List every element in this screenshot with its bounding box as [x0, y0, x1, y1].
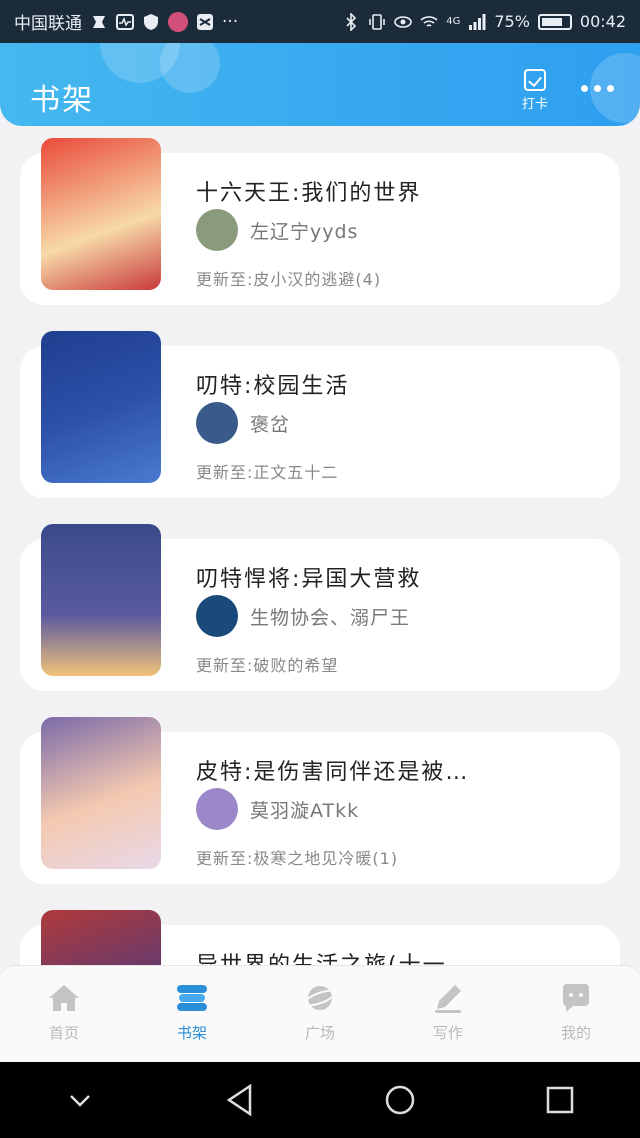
- latest-chapter: 更新至:破败的希望: [196, 656, 339, 675]
- author-row: 莫羽漩ATkk: [196, 788, 359, 830]
- book-cover[interactable]: [41, 717, 161, 869]
- clock: 00:42: [579, 12, 626, 31]
- battery-percent: 75%: [494, 12, 530, 31]
- author-name[interactable]: 左辽宁yyds: [250, 217, 358, 244]
- latest-chapter: 更新至:极寒之地见冷暖(1): [196, 849, 399, 868]
- dot-icon: [594, 85, 601, 92]
- book-card[interactable]: 十六天王:我们的世界 左辽宁yyds 更新至:皮小汉的逃避(4): [20, 138, 620, 305]
- book-title[interactable]: 异世界的生活之旅(十一…: [196, 947, 496, 966]
- planet-icon: [303, 986, 337, 1010]
- bookshelf-icon: [177, 985, 207, 1011]
- checkin-label: 打卡: [521, 97, 548, 112]
- chat-face-icon: [562, 984, 589, 1012]
- system-nav-bar: [0, 1062, 640, 1138]
- shield-icon: [144, 13, 158, 30]
- page-title: 书架: [30, 83, 94, 118]
- chevron-down-icon: [70, 1095, 90, 1107]
- author-avatar[interactable]: [196, 402, 238, 444]
- vibrate-icon: [369, 13, 386, 30]
- more-menu-button[interactable]: [581, 85, 614, 92]
- book-title[interactable]: 叨特:校园生活: [196, 368, 496, 400]
- battery-icon: [537, 13, 572, 30]
- book-card[interactable]: 异世界的生活之旅(十一…: [20, 910, 620, 966]
- wifi-icon: [420, 15, 438, 27]
- recents-square-icon: [546, 1086, 574, 1114]
- author-name[interactable]: 莫羽漩ATkk: [250, 796, 359, 823]
- bottom-tab-bar: 首页 书架 广场 写作 我的: [0, 965, 640, 1062]
- book-card[interactable]: 皮特:是伤害同伴还是被… 莫羽漩ATkk 更新至:极寒之地见冷暖(1): [20, 717, 620, 884]
- tab-label: 我的: [560, 1024, 591, 1042]
- capcut-icon: [197, 13, 213, 30]
- latest-chapter: 更新至:正文五十二: [196, 463, 339, 482]
- author-avatar[interactable]: [196, 788, 238, 830]
- tab-bookshelf[interactable]: 书架: [128, 966, 256, 1062]
- eye-comfort-icon: [394, 15, 413, 28]
- author-avatar[interactable]: [196, 209, 238, 251]
- book-cover[interactable]: [41, 138, 161, 290]
- back-button[interactable]: [220, 1080, 260, 1120]
- latest-chapter: 更新至:皮小汉的逃避(4): [196, 270, 382, 289]
- author-name[interactable]: 褒岔: [250, 410, 290, 437]
- signal-icon: [469, 13, 486, 30]
- book-card[interactable]: 叨特:校园生活 褒岔 更新至:正文五十二: [20, 331, 620, 498]
- author-row: 生物协会、溺尸王: [196, 595, 410, 637]
- notification-app-icon: [93, 15, 105, 28]
- book-title[interactable]: 十六天王:我们的世界: [196, 175, 496, 207]
- status-bar: 中国联通 ··· 4G 75% 00:42: [0, 0, 640, 43]
- tab-square[interactable]: 广场: [256, 966, 384, 1062]
- back-triangle-icon: [226, 1083, 252, 1117]
- book-cover[interactable]: [41, 331, 161, 483]
- collapse-button[interactable]: [60, 1080, 100, 1120]
- dot-icon: [581, 85, 588, 92]
- pen-icon: [435, 985, 461, 1013]
- pulse-icon: [116, 13, 134, 30]
- book-title[interactable]: 叨特悍将:异国大营救: [196, 561, 496, 593]
- checkin-button[interactable]: 打卡: [514, 69, 556, 112]
- home-button[interactable]: [380, 1080, 420, 1120]
- home-icon: [49, 985, 79, 1011]
- recents-button[interactable]: [540, 1080, 580, 1120]
- tab-mine[interactable]: 我的: [512, 966, 640, 1062]
- tab-label: 首页: [48, 1024, 79, 1042]
- more-notifications-icon: ···: [222, 11, 239, 32]
- home-circle-icon: [385, 1085, 415, 1115]
- tab-label: 书架: [176, 1024, 207, 1042]
- app-badge-icon: [168, 11, 188, 32]
- book-cover[interactable]: [41, 524, 161, 676]
- author-avatar[interactable]: [196, 595, 238, 637]
- author-name[interactable]: 生物协会、溺尸王: [250, 603, 410, 630]
- book-card[interactable]: 叨特悍将:异国大营救 生物协会、溺尸王 更新至:破败的希望: [20, 524, 620, 691]
- tab-label: 写作: [432, 1024, 463, 1042]
- bluetooth-icon: [346, 12, 357, 31]
- bookshelf-list[interactable]: 十六天王:我们的世界 左辽宁yyds 更新至:皮小汉的逃避(4) 叨特:校园生活…: [0, 126, 640, 966]
- calendar-check-icon: [524, 69, 546, 91]
- network-type: 4G: [446, 16, 461, 27]
- app-header: 书架 打卡: [0, 43, 640, 126]
- author-row: 褒岔: [196, 402, 290, 444]
- tab-write[interactable]: 写作: [384, 966, 512, 1062]
- tab-label: 广场: [304, 1024, 335, 1042]
- carrier-label: 中国联通: [14, 14, 82, 34]
- book-title[interactable]: 皮特:是伤害同伴还是被…: [196, 754, 496, 786]
- tab-home[interactable]: 首页: [0, 966, 128, 1062]
- book-cover[interactable]: [41, 910, 161, 966]
- decor-bubble: [160, 43, 220, 93]
- author-row: 左辽宁yyds: [196, 209, 358, 251]
- dot-icon: [607, 85, 614, 92]
